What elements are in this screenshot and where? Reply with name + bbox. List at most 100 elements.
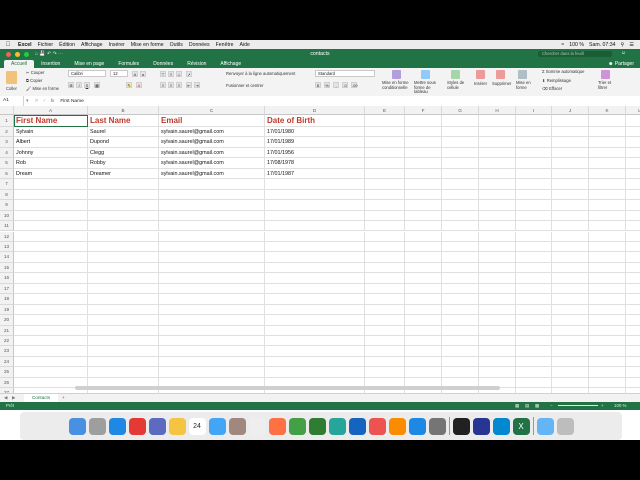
empty-cell[interactable] [516,241,552,253]
empty-cell[interactable] [405,127,442,138]
empty-cell[interactable] [589,377,626,389]
empty-cell[interactable] [88,304,159,316]
fill-button[interactable]: ⬇ Remplissage [542,78,571,83]
empty-cell[interactable] [88,325,159,336]
add-sheet-button[interactable]: + [62,394,65,402]
empty-cell[interactable] [626,367,640,378]
empty-cell[interactable] [479,273,516,284]
decrease-decimal-icon[interactable]: .00 [351,82,358,88]
terminal-icon[interactable] [452,417,470,435]
empty-cell[interactable] [589,294,626,305]
empty-cell[interactable] [552,283,589,295]
empty-cell[interactable] [589,241,626,253]
empty-cell[interactable] [14,210,88,222]
empty-cell[interactable] [159,241,265,253]
empty-cell[interactable] [552,115,589,127]
insert-function-icon[interactable]: fx [51,99,55,104]
empty-cell[interactable] [365,115,405,127]
header-cell[interactable]: Email [159,115,265,127]
empty-cell[interactable] [552,231,589,242]
empty-cell[interactable] [626,263,640,274]
empty-cell[interactable] [442,147,479,159]
empty-cell[interactable] [479,283,516,295]
empty-cell[interactable] [626,179,640,190]
tab-view[interactable]: Affichage [213,60,248,68]
row-header-5[interactable]: 5 [0,158,14,169]
empty-cell[interactable] [442,241,479,253]
empty-cell[interactable] [14,221,88,232]
column-header-f[interactable]: F [405,106,442,115]
empty-cell[interactable] [14,356,88,368]
empty-cell[interactable] [265,179,365,190]
empty-cell[interactable] [365,189,405,201]
empty-cell[interactable] [626,158,640,169]
zoom-out-icon[interactable]: − [550,402,553,410]
zoom-level[interactable]: 100 % [614,402,626,410]
empty-cell[interactable] [552,179,589,190]
empty-cell[interactable] [14,283,88,295]
empty-cell[interactable] [479,252,516,263]
empty-cell[interactable] [14,189,88,201]
empty-cell[interactable] [14,294,88,305]
empty-cell[interactable] [552,377,589,389]
empty-cell[interactable] [552,241,589,253]
empty-cell[interactable] [159,315,265,326]
empty-cell[interactable] [14,262,88,274]
tab-review[interactable]: Révision [180,60,213,68]
empty-cell[interactable] [365,283,405,295]
search-icon[interactable] [492,417,510,435]
row-header-23[interactable]: 23 [0,346,14,357]
empty-cell[interactable] [365,158,405,169]
empty-cell[interactable] [265,346,365,357]
merge-center-button[interactable]: Fusionner et centrer [226,83,263,88]
empty-cell[interactable] [159,262,265,274]
empty-cell[interactable] [88,336,159,347]
empty-cell[interactable] [479,158,516,169]
empty-cell[interactable] [516,356,552,368]
data-cell[interactable]: Dream [14,168,88,180]
empty-cell[interactable] [14,241,88,253]
empty-cell[interactable] [552,346,589,357]
empty-cell[interactable] [405,168,442,180]
empty-cell[interactable] [479,315,516,326]
empty-cell[interactable] [479,231,516,242]
empty-cell[interactable] [405,179,442,190]
empty-cell[interactable] [405,356,442,368]
empty-cell[interactable] [626,232,640,242]
empty-cell[interactable] [159,304,265,316]
empty-cell[interactable] [365,127,405,138]
empty-cell[interactable] [88,356,159,368]
empty-cell[interactable] [88,273,159,284]
empty-cell[interactable] [516,304,552,316]
folder-icon[interactable] [536,417,554,435]
row-header-13[interactable]: 13 [0,241,14,253]
menu-file[interactable]: Fichier [38,42,54,48]
bold-icon[interactable]: G [68,82,74,88]
keynote-icon[interactable] [348,417,366,435]
menu-edit[interactable]: Édition [59,42,75,48]
empty-cell[interactable] [589,346,626,357]
empty-cell[interactable] [589,221,626,232]
empty-cell[interactable] [479,179,516,190]
empty-cell[interactable] [405,231,442,242]
empty-cell[interactable] [626,305,640,316]
numbers-icon[interactable] [328,417,346,435]
empty-cell[interactable] [516,262,552,274]
empty-cell[interactable] [405,158,442,169]
column-header-d[interactable]: D [265,106,365,115]
empty-cell[interactable] [589,168,626,180]
insert-cells-icon[interactable] [476,70,485,79]
empty-cell[interactable] [159,179,265,190]
empty-cell[interactable] [516,377,552,389]
cell-styles-icon[interactable] [451,70,460,79]
empty-cell[interactable] [405,221,442,232]
row-header-7[interactable]: 7 [0,179,14,190]
empty-cell[interactable] [552,304,589,316]
empty-cell[interactable] [88,241,159,253]
empty-cell[interactable] [365,200,405,211]
column-header-g[interactable]: G [442,106,479,115]
empty-cell[interactable] [405,137,442,148]
sort-filter-icon[interactable] [601,70,610,79]
apple-icon[interactable]:  [4,42,12,48]
empty-cell[interactable] [365,336,405,347]
